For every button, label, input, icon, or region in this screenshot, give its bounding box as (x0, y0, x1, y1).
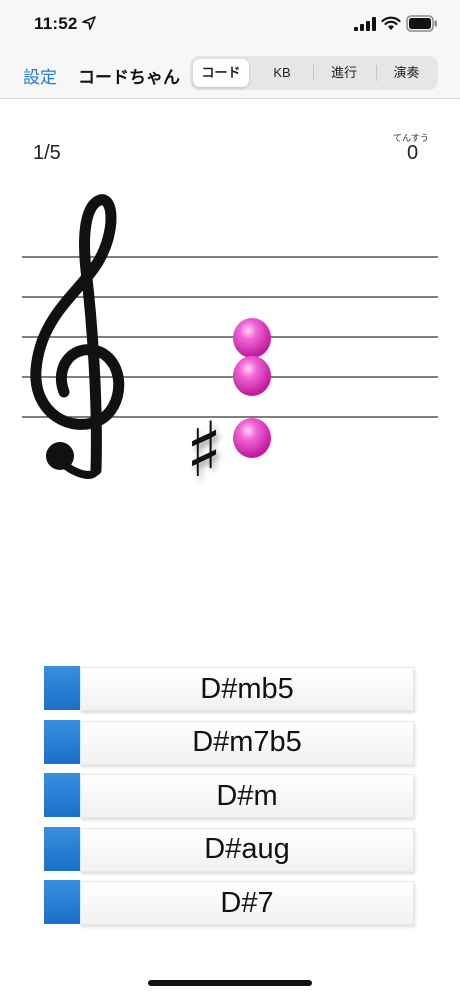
note-top (233, 318, 271, 358)
choice-color-marker (44, 826, 80, 871)
chord-choice-list: D#mb5 D#m7b5 D#m D#aug D#7 (44, 666, 414, 934)
cellular-signal-icon (354, 17, 376, 31)
status-bar: 11:52 (0, 0, 460, 50)
nav-bar: 設定 コードちゃん コード KB 進行 演奏 (0, 50, 460, 99)
choice-color-marker (44, 773, 80, 817)
tab-chord[interactable]: コード (193, 59, 249, 87)
choice-label[interactable]: D#mb5 (80, 667, 414, 711)
choice-label[interactable]: D#aug (80, 827, 414, 872)
music-staff: ♯ (22, 194, 438, 494)
sharp-accidental: ♯ (186, 405, 223, 494)
location-arrow-icon (82, 16, 96, 30)
segment-divider (313, 65, 314, 81)
tab-performance[interactable]: 演奏 (378, 59, 435, 87)
app-title: コードちゃん (78, 68, 180, 87)
choice-label[interactable]: D#7 (80, 881, 414, 925)
choice-label[interactable]: D#m (80, 774, 414, 818)
choice-color-marker (44, 719, 80, 764)
tab-progression[interactable]: 進行 (315, 59, 373, 87)
choice-color-marker (44, 666, 80, 710)
settings-button[interactable]: 設定 (23, 63, 57, 88)
chord-choice[interactable]: D#mb5 (44, 666, 414, 711)
note-middle (233, 356, 271, 396)
choice-color-marker (44, 880, 80, 924)
chord-choice[interactable]: D#m (44, 773, 414, 818)
choice-label[interactable]: D#m7b5 (80, 720, 414, 765)
battery-icon (406, 15, 437, 32)
tab-kb[interactable]: KB (253, 59, 311, 87)
mode-segmented-control: コード KB 進行 演奏 (190, 56, 438, 90)
chord-notes (233, 318, 271, 458)
note-bottom (233, 418, 271, 458)
chord-choice[interactable]: D#7 (44, 880, 414, 925)
wifi-icon (381, 16, 401, 30)
question-progress: 1/5 (33, 142, 61, 164)
status-time: 11:52 (34, 14, 78, 33)
score-value: 0 (407, 142, 419, 164)
home-indicator[interactable] (148, 980, 312, 986)
chord-choice[interactable]: D#m7b5 (44, 719, 414, 765)
chord-choice[interactable]: D#aug (44, 826, 414, 872)
segment-divider (376, 65, 377, 81)
